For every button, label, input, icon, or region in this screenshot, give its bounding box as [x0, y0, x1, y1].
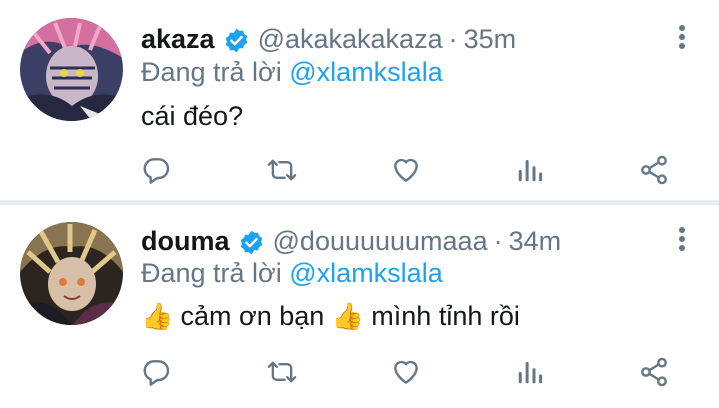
timeline: akaza @akakakakaza · 35m Đang trả lời @x…: [0, 0, 719, 408]
reply-icon[interactable]: [138, 354, 174, 390]
verified-badge-icon: [223, 26, 250, 53]
heart-icon[interactable]: [388, 354, 424, 390]
handle[interactable]: @akakakakaza: [258, 20, 443, 58]
replying-to: Đang trả lời @xlamkslala: [141, 255, 443, 291]
separator-dot: ·: [493, 226, 503, 256]
avatar[interactable]: [20, 18, 123, 121]
more-vertical-icon[interactable]: [678, 24, 686, 50]
tweet-text-segment: mình tỉnh rồi: [363, 301, 520, 331]
tweet-text: 👍 cảm ơn bạn 👍 mình tỉnh rồi: [141, 297, 520, 335]
thumbs-up-emoji: 👍: [331, 301, 365, 331]
timestamp[interactable]: 35m: [464, 20, 517, 58]
retweet-icon[interactable]: [264, 354, 300, 390]
mention-link[interactable]: @xlamkslala: [289, 57, 442, 87]
tweet-actions: [0, 354, 719, 390]
replying-label: Đang trả lời: [141, 57, 290, 87]
verified-badge-icon: [238, 228, 265, 255]
tweet-text-segment: cảm ơn bạn: [173, 301, 332, 331]
replying-label: Đang trả lời: [141, 258, 290, 288]
tweet-header: akaza @akakakakaza · 35m: [141, 20, 516, 58]
avatar[interactable]: [20, 222, 123, 325]
separator-dot: ·: [448, 24, 458, 54]
thumbs-up-emoji: 👍: [141, 301, 174, 331]
share-icon[interactable]: [636, 152, 672, 188]
more-vertical-icon[interactable]: [678, 226, 686, 252]
reply-icon[interactable]: [138, 152, 174, 188]
replying-to: Đang trả lời @xlamkslala: [141, 54, 443, 90]
analytics-icon[interactable]: [512, 354, 548, 390]
share-icon[interactable]: [636, 354, 672, 390]
tweet[interactable]: akaza @akakakakaza · 35m Đang trả lời @x…: [0, 0, 719, 201]
tweet[interactable]: douma @douuuuuumaaa · 34m Đang trả lời @…: [0, 205, 719, 408]
heart-icon[interactable]: [388, 152, 424, 188]
timestamp[interactable]: 34m: [509, 222, 562, 260]
display-name[interactable]: akaza: [141, 20, 215, 58]
mention-link[interactable]: @xlamkslala: [289, 258, 442, 288]
tweet-actions: [0, 152, 719, 188]
analytics-icon[interactable]: [512, 152, 548, 188]
retweet-icon[interactable]: [264, 152, 300, 188]
tweet-text: cái đéo?: [141, 101, 244, 131]
